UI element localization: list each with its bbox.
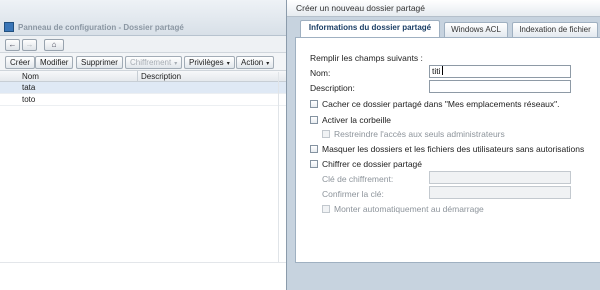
recycle-bin-label: Activer la corbeille [322, 115, 391, 125]
dialog-title: Créer un nouveau dossier partagé [287, 0, 600, 17]
privileges-label: Privilèges [189, 58, 224, 67]
hide-unauthorized-checkbox[interactable] [310, 145, 318, 153]
column-header-description[interactable]: Description [141, 72, 181, 81]
navigation-bar: ← → ⌂ [0, 36, 292, 53]
control-panel-titlebar: Panneau de configuration - Dossier parta… [0, 0, 292, 36]
toolbar: Créer Modifier Supprimer Chiffrement ▾ Pr… [0, 53, 292, 71]
confirm-key-label: Confirmer la clé: [322, 189, 384, 199]
row-name: toto [22, 95, 36, 104]
instruction-text: Remplir les champs suivants : [310, 53, 423, 63]
create-button[interactable]: Créer [5, 56, 36, 69]
encryption-dropdown[interactable]: Chiffrement ▾ [125, 56, 183, 69]
tab-file-indexing[interactable]: Indexation de fichier [512, 22, 598, 37]
control-panel-window: Panneau de configuration - Dossier parta… [0, 0, 292, 290]
dialog-content: Remplir les champs suivants : Nom: titi … [295, 37, 600, 263]
hide-in-network-checkbox[interactable] [310, 100, 318, 108]
dialog-tabs: Informations du dossier partagé Windows … [295, 20, 600, 37]
table-row[interactable]: toto [0, 94, 292, 106]
hide-in-network-label: Cacher ce dossier partagé dans "Mes empl… [322, 99, 560, 109]
confirm-key-input[interactable] [429, 186, 571, 199]
chevron-down-icon: ▾ [174, 61, 178, 67]
column-divider [278, 72, 279, 262]
row-name: tata [22, 83, 36, 92]
control-panel-title: Panneau de configuration - Dossier parta… [18, 23, 184, 32]
name-label: Nom: [310, 68, 331, 78]
text-cursor [441, 66, 443, 75]
encrypt-checkbox[interactable] [310, 160, 318, 168]
action-dropdown[interactable]: Action ▾ [236, 56, 275, 69]
description-input[interactable] [429, 80, 571, 93]
recycle-bin-checkbox[interactable] [310, 116, 318, 124]
action-label: Action [241, 58, 264, 67]
description-label: Description: [310, 83, 355, 93]
column-header-name[interactable]: Nom [22, 72, 39, 81]
tab-shared-folder-info[interactable]: Informations du dossier partagé [300, 20, 440, 37]
table-row[interactable]: tata [0, 82, 292, 94]
encrypt-label: Chiffrer ce dossier partagé [322, 159, 423, 169]
status-area [0, 262, 292, 290]
home-button[interactable]: ⌂ [44, 39, 64, 51]
chevron-down-icon: ▾ [226, 61, 230, 67]
hide-unauthorized-label: Masquer les dossiers et les fichiers des… [322, 144, 585, 154]
shared-folder-icon [4, 22, 14, 32]
privileges-dropdown[interactable]: Privilèges ▾ [184, 56, 235, 69]
name-value: titi [432, 66, 441, 76]
encryption-label: Chiffrement [130, 58, 172, 67]
back-button[interactable]: ← [5, 39, 20, 51]
forward-button[interactable]: → [22, 39, 37, 51]
delete-button[interactable]: Supprimer [76, 56, 123, 69]
encryption-key-label: Clé de chiffrement: [322, 174, 394, 184]
name-input[interactable]: titi [429, 65, 571, 78]
restrict-admins-checkbox[interactable] [322, 130, 330, 138]
chevron-down-icon: ▾ [266, 61, 270, 67]
column-divider[interactable] [137, 71, 138, 82]
table-header: Nom Description [0, 71, 292, 82]
restrict-admins-label: Restreindre l'accès aux seuls administra… [334, 129, 505, 139]
encryption-key-input[interactable] [429, 171, 571, 184]
tab-windows-acl[interactable]: Windows ACL [444, 22, 508, 37]
auto-mount-checkbox[interactable] [322, 205, 330, 213]
auto-mount-label: Monter automatiquement au démarrage [334, 204, 484, 214]
create-shared-folder-dialog: Créer un nouveau dossier partagé Informa… [286, 0, 600, 290]
modify-button[interactable]: Modifier [35, 56, 74, 69]
dialog-footer [287, 264, 600, 290]
